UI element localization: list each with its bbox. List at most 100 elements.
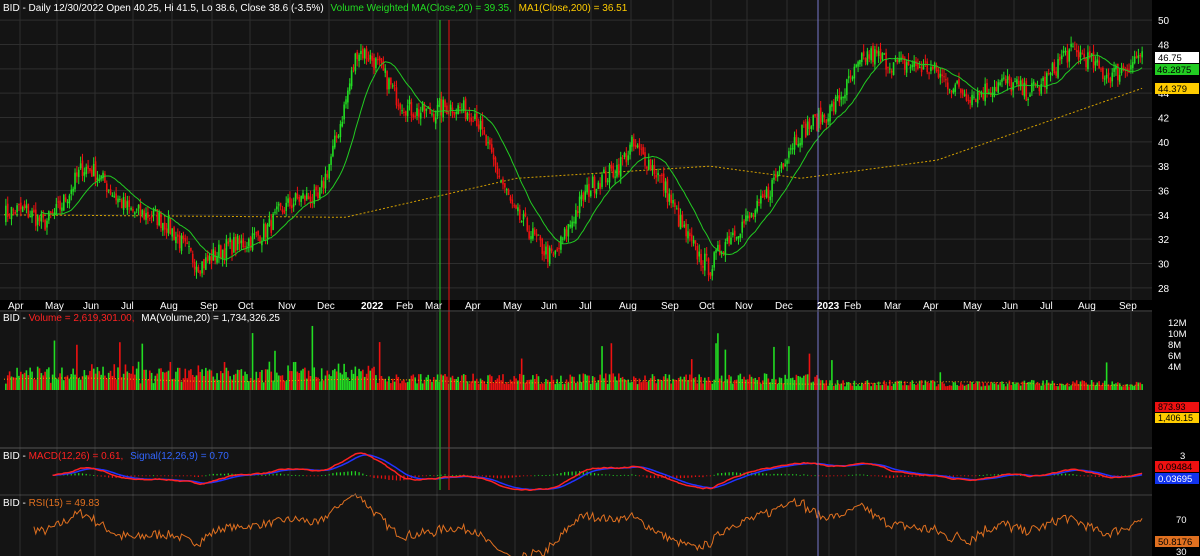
macd-histogram-bar (859, 474, 861, 476)
volume-bar (158, 368, 160, 390)
signal-badge: 0.03695 (1155, 473, 1199, 485)
volume-bar (1141, 384, 1143, 390)
macd-histogram-bar (493, 475, 495, 478)
svg-text:0.09484: 0.09484 (1158, 462, 1192, 473)
macd-histogram-bar (560, 472, 562, 476)
volume-bar (799, 376, 801, 390)
volume-bar (616, 380, 618, 390)
candle-body (879, 48, 882, 59)
candle-body (840, 96, 843, 100)
volume-bar (563, 383, 566, 390)
macd-histogram-bar (205, 475, 207, 477)
macd-histogram-bar (616, 475, 618, 477)
candle-body (651, 165, 654, 170)
macd-histogram-bar (167, 475, 170, 477)
candle-body (277, 204, 280, 206)
candle-body (896, 59, 899, 63)
candle-body (171, 228, 173, 237)
macd-histogram-bar (810, 475, 812, 477)
candle-body (775, 174, 777, 178)
candle-body (8, 217, 11, 219)
rsi-panel[interactable] (0, 496, 1152, 556)
volume-bar (70, 374, 73, 390)
candle-body (498, 175, 501, 178)
candle-body (476, 111, 478, 126)
candle-body (961, 89, 964, 95)
volume-bar (885, 383, 887, 390)
macd-histogram-bar (93, 475, 95, 476)
volume-bar (720, 375, 723, 390)
candle-body (376, 59, 379, 61)
candle-body (1083, 53, 1085, 58)
macd-histogram-bar (1083, 475, 1085, 477)
volume-bar (197, 365, 200, 390)
volume-bar (961, 384, 964, 390)
rsi-tick-label: 30 (1176, 547, 1187, 556)
price-tick-label: 50 (1158, 16, 1170, 27)
volume-bar (1115, 383, 1117, 390)
volume-bar (205, 367, 207, 390)
macd-histogram-bar (777, 473, 779, 476)
candle-body (113, 196, 116, 198)
candle-body (1139, 54, 1142, 57)
candle-body (341, 121, 344, 127)
candle-body (629, 144, 631, 155)
volume-bar (933, 381, 936, 390)
volume-bar (390, 383, 392, 390)
macd-histogram-bar (982, 474, 984, 476)
volume-bar (240, 369, 243, 390)
macd-histogram-bar (89, 474, 91, 476)
candle-body (763, 195, 766, 197)
candle-body (533, 229, 536, 235)
candle-body (18, 203, 20, 206)
volume-bar (356, 376, 359, 390)
macd-histogram-bar (306, 475, 308, 477)
macd-histogram-bar (500, 475, 502, 479)
candle-body (685, 223, 687, 237)
volume-bar (950, 385, 953, 390)
macd-histogram-bar (907, 475, 910, 477)
x-axis-label: Aug (160, 301, 178, 312)
macd-histogram-bar (369, 475, 371, 477)
candle-body (272, 213, 274, 230)
volume-bar (1034, 384, 1037, 390)
volume-bar (29, 367, 31, 390)
volume-bar (614, 376, 616, 390)
macd-histogram-bar (152, 475, 155, 477)
candle-body (812, 115, 815, 127)
macd-histogram-bar (328, 474, 330, 476)
candle-body (1098, 60, 1100, 69)
candle-body (960, 88, 962, 93)
volume-bar (969, 381, 971, 390)
volume-bar (909, 382, 912, 390)
x-axis-label: Jun (541, 301, 557, 312)
volume-bar (709, 380, 712, 390)
macd-histogram-bar (975, 475, 977, 477)
volume-bar (388, 376, 390, 390)
candle-body (954, 84, 957, 92)
volume-bar (586, 375, 588, 390)
volume-bar (360, 371, 362, 390)
x-axis-label: Oct (699, 301, 715, 312)
volume-bar (580, 382, 583, 390)
candle-body (1064, 50, 1067, 52)
volume-bar (659, 379, 661, 390)
volume-bar (485, 383, 487, 390)
macd-histogram-bar (156, 475, 158, 477)
volume-bar (139, 383, 142, 390)
volume-bar (535, 373, 538, 390)
candle-body (745, 215, 747, 222)
candle-body (631, 136, 633, 147)
candle-body (350, 70, 353, 87)
candle-body (120, 199, 123, 209)
candle-body (1077, 50, 1080, 60)
macd-histogram-bar (287, 474, 289, 476)
candle-body (1049, 73, 1052, 76)
macd-histogram-bar (149, 475, 151, 477)
candle-body (547, 244, 549, 262)
volume-bar (401, 380, 403, 390)
volume-bar (547, 379, 549, 390)
candle-body (44, 219, 46, 230)
candle-body (694, 240, 697, 244)
candle-body (890, 70, 893, 73)
